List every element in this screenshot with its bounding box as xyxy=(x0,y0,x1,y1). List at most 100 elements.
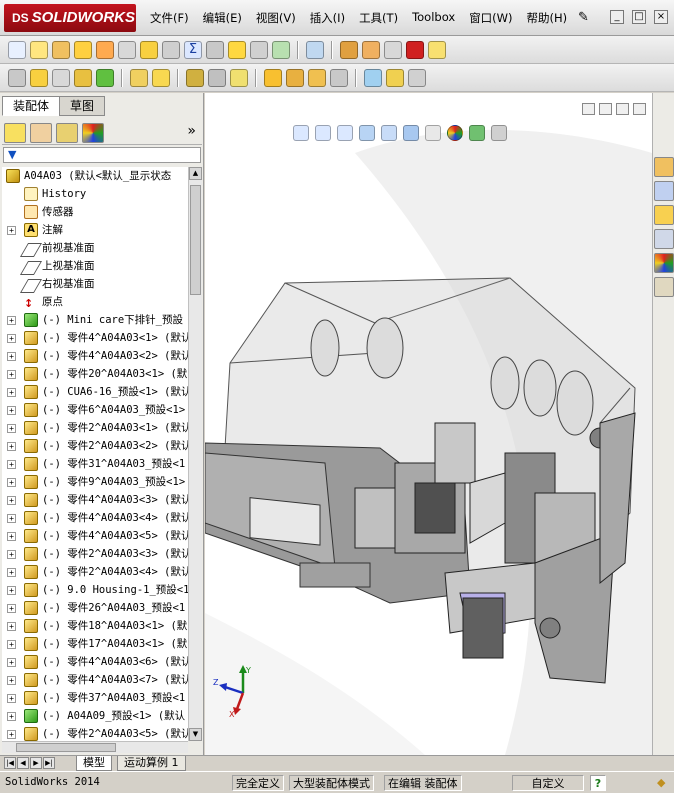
tree-row[interactable]: + (-) 零件26^A04A03_预設<1 xyxy=(2,599,188,617)
tab-sketch[interactable]: 草图 xyxy=(59,96,106,116)
viewport-minimize-icon[interactable] xyxy=(599,103,612,115)
view-palette-icon[interactable] xyxy=(654,229,674,249)
tree-row[interactable]: + (-) 零件4^A04A03<6> (默认 xyxy=(2,653,188,671)
scroll-thumb[interactable] xyxy=(190,185,201,295)
fastener-icon[interactable] xyxy=(206,40,224,59)
tree-row[interactable]: + (-) 零件2^A04A03<3> (默认 xyxy=(2,545,188,563)
tree-row[interactable]: + (-) 零件31^A04A03_预設<1 xyxy=(2,455,188,473)
expand-toggle-icon[interactable]: + xyxy=(7,640,16,649)
mass-properties-icon[interactable] xyxy=(52,40,70,59)
tree-row[interactable]: + (-) 零件4^A04A03<3> (默认 xyxy=(2,491,188,509)
exploded-view-icon[interactable] xyxy=(308,68,326,87)
tree-row[interactable]: 前视基准面 xyxy=(2,239,188,257)
expand-toggle-icon[interactable]: + xyxy=(7,604,16,613)
menu-tools[interactable]: 工具(T) xyxy=(359,10,398,26)
appearances-icon[interactable] xyxy=(654,253,674,273)
tree-row[interactable]: 传感器 xyxy=(2,203,188,221)
tree-row[interactable]: + (-) 零件6^A04A03_预設<1> xyxy=(2,401,188,419)
tree-row[interactable]: ↕ 原点 xyxy=(2,293,188,311)
prev-tab-icon[interactable]: ◀ xyxy=(17,757,29,769)
sum-icon[interactable]: Σ xyxy=(184,40,202,59)
menu-help[interactable]: 帮助(H) xyxy=(527,10,568,26)
status-units[interactable]: 自定义 xyxy=(512,775,584,791)
expand-toggle-icon[interactable]: + xyxy=(7,460,16,469)
explode-line-icon[interactable] xyxy=(330,68,348,87)
display-style-icon[interactable] xyxy=(403,125,419,141)
previous-view-icon[interactable] xyxy=(337,125,353,141)
restore-icon[interactable]: □ xyxy=(632,10,646,24)
expand-toggle-icon[interactable]: + xyxy=(7,532,16,541)
snapshot-icon[interactable] xyxy=(408,68,426,87)
filter-icon[interactable]: ▼ xyxy=(8,148,16,161)
expand-toggle-icon[interactable]: + xyxy=(7,730,16,739)
edit-appearance-icon[interactable] xyxy=(447,125,463,141)
expand-toggle-icon[interactable]: + xyxy=(7,406,16,415)
next-tab-icon[interactable]: ▶ xyxy=(30,757,42,769)
tree-row[interactable]: + (-) 9.0 Housing-1_预設<1 xyxy=(2,581,188,599)
tree-row[interactable]: + (-) 零件9^A04A03_预設<1> xyxy=(2,473,188,491)
tree-row[interactable]: + (-) 零件17^A04A03<1> (默 xyxy=(2,635,188,653)
property-manager-icon[interactable] xyxy=(30,122,52,143)
expand-toggle-icon[interactable]: + xyxy=(7,370,16,379)
expand-toggle-icon[interactable]: + xyxy=(7,550,16,559)
check-gray-icon[interactable] xyxy=(162,40,180,59)
tree-row[interactable]: + (-) 零件37^A04A03_预設<1 xyxy=(2,689,188,707)
new-part-icon[interactable] xyxy=(30,68,48,87)
expand-toggle-icon[interactable]: + xyxy=(7,694,16,703)
expand-toggle-icon[interactable]: + xyxy=(7,388,16,397)
tab-motion-study[interactable]: 运动算例 1 xyxy=(117,756,186,771)
align-icon[interactable] xyxy=(250,40,268,59)
tree-row[interactable]: + (-) 零件4^A04A03<7> (默认 xyxy=(2,671,188,689)
hand-icon[interactable] xyxy=(118,40,136,59)
tree-row[interactable]: + (-) 零件2^A04A03<5> (默认 xyxy=(2,725,188,741)
tree-row[interactable]: + (-) 零件2^A04A03<1> (默认 xyxy=(2,419,188,437)
graphics-area[interactable]: Y Z X xyxy=(205,93,652,755)
tag-icon[interactable]: ◆ xyxy=(654,775,670,791)
tree-row[interactable]: 上视基准面 xyxy=(2,257,188,275)
expand-toggle-icon[interactable]: + xyxy=(7,622,16,631)
first-tab-icon[interactable]: |◀ xyxy=(4,757,16,769)
expand-toggle-icon[interactable]: + xyxy=(7,316,16,325)
move-component-icon[interactable] xyxy=(130,68,148,87)
assembly-model[interactable] xyxy=(205,93,652,755)
new-motion-study-icon[interactable] xyxy=(264,68,282,87)
tab-assembly[interactable]: 装配体 xyxy=(2,96,61,116)
expand-toggle-icon[interactable]: + xyxy=(7,658,16,667)
solidworks-logo[interactable]: DS SOLIDWORKS xyxy=(4,4,136,32)
spell-check-icon[interactable] xyxy=(8,40,26,59)
expand-toggle-icon[interactable]: + xyxy=(7,568,16,577)
hide-show-icon[interactable] xyxy=(425,125,441,141)
tree-row[interactable]: + (-) CUA6-16_预設<1> (默认 xyxy=(2,383,188,401)
zoom-to-fit-icon[interactable] xyxy=(293,125,309,141)
tree-row[interactable]: + (-) 零件4^A04A03<5> (默认 xyxy=(2,527,188,545)
tree-row[interactable]: + (-) Mini care下排针_预設 xyxy=(2,311,188,329)
expand-toggle-icon[interactable]: + xyxy=(7,424,16,433)
tree-row[interactable]: + (-) 零件2^A04A03<2> (默认 xyxy=(2,437,188,455)
design-library-icon[interactable] xyxy=(654,181,674,201)
options-icon[interactable] xyxy=(384,40,402,59)
tree-row[interactable]: A04A03 (默认<默认_显示状态 xyxy=(2,167,188,185)
file-explorer-icon[interactable] xyxy=(654,205,674,225)
linear-pattern-icon[interactable] xyxy=(96,68,114,87)
view-settings-icon[interactable] xyxy=(491,125,507,141)
viewport-split-icon[interactable] xyxy=(582,103,595,115)
apply-scene-icon[interactable] xyxy=(469,125,485,141)
tree-row[interactable]: + A 注解 xyxy=(2,221,188,239)
settings-icon[interactable] xyxy=(362,40,380,59)
section-properties-icon[interactable] xyxy=(74,40,92,59)
tree-horizontal-scrollbar[interactable] xyxy=(2,741,188,753)
expand-toggle-icon[interactable]: + xyxy=(7,478,16,487)
scroll-up-icon[interactable]: ▲ xyxy=(189,167,202,180)
tree-filter[interactable]: ▼ xyxy=(3,147,201,163)
appearance-icon[interactable] xyxy=(428,40,446,59)
instant3d-icon[interactable] xyxy=(364,68,382,87)
mate-icon[interactable] xyxy=(52,68,70,87)
insert-component-icon[interactable] xyxy=(8,68,26,87)
tree-row[interactable]: + (-) 零件4^A04A03<4> (默认 xyxy=(2,509,188,527)
close-icon[interactable]: × xyxy=(654,10,668,24)
tree-row[interactable]: + (-) A04A09_预設<1> (默认 xyxy=(2,707,188,725)
show-hidden-icon[interactable] xyxy=(186,68,204,87)
feature-manager-icon[interactable] xyxy=(4,122,26,143)
expand-toggle-icon[interactable]: + xyxy=(7,334,16,343)
pin-icon[interactable]: ✎ xyxy=(578,10,589,25)
